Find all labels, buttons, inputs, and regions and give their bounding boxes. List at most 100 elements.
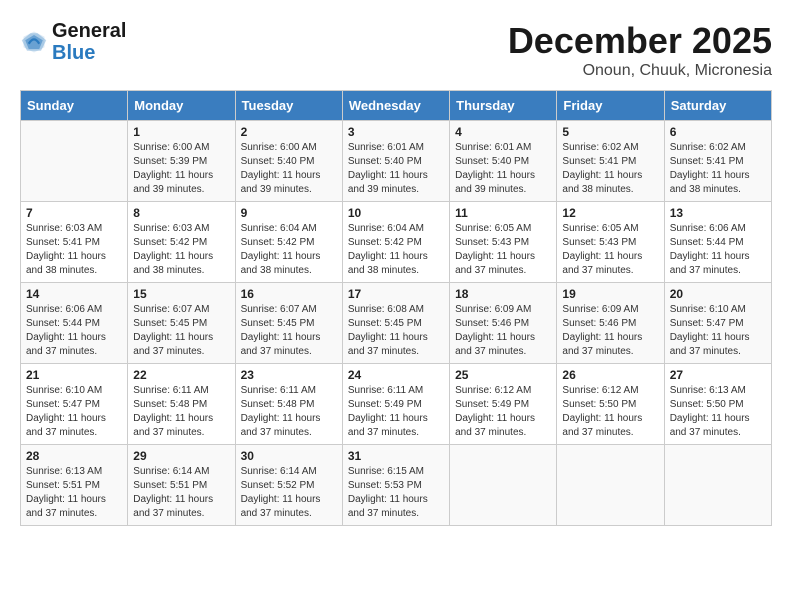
day-number: 10: [348, 206, 444, 220]
day-info: Sunrise: 6:11 AM Sunset: 5:48 PM Dayligh…: [133, 384, 229, 440]
calendar-week-row: 7 Sunrise: 6:03 AM Sunset: 5:41 PM Daylig…: [21, 202, 772, 283]
day-info: Sunrise: 6:10 AM Sunset: 5:47 PM Dayligh…: [26, 384, 122, 440]
day-info: Sunrise: 6:08 AM Sunset: 5:45 PM Dayligh…: [348, 303, 444, 359]
header-cell-saturday: Saturday: [664, 91, 771, 121]
day-info: Sunrise: 6:05 AM Sunset: 5:43 PM Dayligh…: [562, 222, 658, 278]
header-cell-tuesday: Tuesday: [235, 91, 342, 121]
calendar-cell: 19Sunrise: 6:09 AM Sunset: 5:46 PM Dayli…: [557, 283, 664, 364]
day-number: 17: [348, 287, 444, 301]
day-number: 14: [26, 287, 122, 301]
calendar-cell: 20Sunrise: 6:10 AM Sunset: 5:47 PM Dayli…: [664, 283, 771, 364]
day-number: 29: [133, 449, 229, 463]
day-info: Sunrise: 6:14 AM Sunset: 5:52 PM Dayligh…: [241, 465, 337, 521]
day-info: Sunrise: 6:06 AM Sunset: 5:44 PM Dayligh…: [670, 222, 766, 278]
day-number: 9: [241, 206, 337, 220]
calendar-cell: 8 Sunrise: 6:03 AM Sunset: 5:42 PM Daylig…: [128, 202, 235, 283]
day-number: 6: [670, 125, 766, 139]
calendar-cell: 6 Sunrise: 6:02 AM Sunset: 5:41 PM Daylig…: [664, 121, 771, 202]
calendar-cell: 17 Sunrise: 6:08 AM Sunset: 5:45 PM Dayli…: [342, 283, 449, 364]
day-number: 16: [241, 287, 337, 301]
calendar-cell: 11 Sunrise: 6:05 AM Sunset: 5:43 PM Dayli…: [450, 202, 557, 283]
day-number: 27: [670, 368, 766, 382]
day-number: 1: [133, 125, 229, 139]
day-number: 24: [348, 368, 444, 382]
calendar-cell: 30Sunrise: 6:14 AM Sunset: 5:52 PM Dayli…: [235, 445, 342, 526]
header-cell-sunday: Sunday: [21, 91, 128, 121]
calendar-cell: 27 Sunrise: 6:13 AM Sunset: 5:50 PM Dayli…: [664, 364, 771, 445]
calendar-cell: 14 Sunrise: 6:06 AM Sunset: 5:44 PM Dayli…: [21, 283, 128, 364]
day-info: Sunrise: 6:06 AM Sunset: 5:44 PM Dayligh…: [26, 303, 122, 359]
day-number: 8: [133, 206, 229, 220]
title-area: December 2025 Onoun, Chuuk, Micronesia: [508, 20, 772, 80]
logo-text: General Blue: [52, 20, 126, 64]
calendar-cell: 1 Sunrise: 6:00 AM Sunset: 5:39 PM Daylig…: [128, 121, 235, 202]
calendar-cell: 7 Sunrise: 6:03 AM Sunset: 5:41 PM Daylig…: [21, 202, 128, 283]
day-info: Sunrise: 6:00 AM Sunset: 5:39 PM Dayligh…: [133, 141, 229, 197]
calendar-cell: 3 Sunrise: 6:01 AM Sunset: 5:40 PM Daylig…: [342, 121, 449, 202]
day-info: Sunrise: 6:13 AM Sunset: 5:51 PM Dayligh…: [26, 465, 122, 521]
calendar-cell: 16 Sunrise: 6:07 AM Sunset: 5:45 PM Dayli…: [235, 283, 342, 364]
calendar-cell: 25 Sunrise: 6:12 AM Sunset: 5:49 PM Dayli…: [450, 364, 557, 445]
day-info: Sunrise: 6:12 AM Sunset: 5:49 PM Dayligh…: [455, 384, 551, 440]
day-info: Sunrise: 6:02 AM Sunset: 5:41 PM Dayligh…: [670, 141, 766, 197]
day-info: Sunrise: 6:10 AM Sunset: 5:47 PM Dayligh…: [670, 303, 766, 359]
day-info: Sunrise: 6:09 AM Sunset: 5:46 PM Dayligh…: [562, 303, 658, 359]
calendar-cell: 9Sunrise: 6:04 AM Sunset: 5:42 PM Daylig…: [235, 202, 342, 283]
calendar-cell: 28 Sunrise: 6:13 AM Sunset: 5:51 PM Dayli…: [21, 445, 128, 526]
calendar-cell: 5 Sunrise: 6:02 AM Sunset: 5:41 PM Daylig…: [557, 121, 664, 202]
day-number: 26: [562, 368, 658, 382]
day-number: 3: [348, 125, 444, 139]
day-number: 15: [133, 287, 229, 301]
day-number: 12: [562, 206, 658, 220]
day-number: 5: [562, 125, 658, 139]
day-number: 31: [348, 449, 444, 463]
calendar-cell: 12 Sunrise: 6:05 AM Sunset: 5:43 PM Dayli…: [557, 202, 664, 283]
day-info: Sunrise: 6:14 AM Sunset: 5:51 PM Dayligh…: [133, 465, 229, 521]
day-info: Sunrise: 6:02 AM Sunset: 5:41 PM Dayligh…: [562, 141, 658, 197]
day-number: 22: [133, 368, 229, 382]
day-number: 11: [455, 206, 551, 220]
day-number: 21: [26, 368, 122, 382]
calendar-cell: 31 Sunrise: 6:15 AM Sunset: 5:53 PM Dayli…: [342, 445, 449, 526]
calendar-header-row: SundayMondayTuesdayWednesdayThursdayFrid…: [21, 91, 772, 121]
calendar-cell: [664, 445, 771, 526]
calendar-cell: 26 Sunrise: 6:12 AM Sunset: 5:50 PM Dayli…: [557, 364, 664, 445]
day-number: 23: [241, 368, 337, 382]
calendar-cell: 13 Sunrise: 6:06 AM Sunset: 5:44 PM Dayli…: [664, 202, 771, 283]
day-info: Sunrise: 6:01 AM Sunset: 5:40 PM Dayligh…: [455, 141, 551, 197]
location-title: Onoun, Chuuk, Micronesia: [508, 62, 772, 80]
day-number: 2: [241, 125, 337, 139]
calendar-cell: [557, 445, 664, 526]
day-info: Sunrise: 6:04 AM Sunset: 5:42 PM Dayligh…: [348, 222, 444, 278]
day-info: Sunrise: 6:15 AM Sunset: 5:53 PM Dayligh…: [348, 465, 444, 521]
calendar-cell: 15Sunrise: 6:07 AM Sunset: 5:45 PM Dayli…: [128, 283, 235, 364]
logo-icon: [20, 28, 48, 56]
calendar-cell: 4 Sunrise: 6:01 AM Sunset: 5:40 PM Daylig…: [450, 121, 557, 202]
day-info: Sunrise: 6:05 AM Sunset: 5:43 PM Dayligh…: [455, 222, 551, 278]
day-info: Sunrise: 6:01 AM Sunset: 5:40 PM Dayligh…: [348, 141, 444, 197]
day-info: Sunrise: 6:03 AM Sunset: 5:42 PM Dayligh…: [133, 222, 229, 278]
calendar-cell: 21 Sunrise: 6:10 AM Sunset: 5:47 PM Dayli…: [21, 364, 128, 445]
calendar-cell: 23Sunrise: 6:11 AM Sunset: 5:48 PM Dayli…: [235, 364, 342, 445]
header-cell-thursday: Thursday: [450, 91, 557, 121]
day-number: 18: [455, 287, 551, 301]
calendar-cell: 22 Sunrise: 6:11 AM Sunset: 5:48 PM Dayli…: [128, 364, 235, 445]
day-info: Sunrise: 6:12 AM Sunset: 5:50 PM Dayligh…: [562, 384, 658, 440]
calendar-table: SundayMondayTuesdayWednesdayThursdayFrid…: [20, 90, 772, 526]
calendar-week-row: 21 Sunrise: 6:10 AM Sunset: 5:47 PM Dayli…: [21, 364, 772, 445]
day-number: 7: [26, 206, 122, 220]
logo: General Blue: [20, 20, 126, 64]
day-number: 25: [455, 368, 551, 382]
day-number: 28: [26, 449, 122, 463]
day-number: 13: [670, 206, 766, 220]
day-info: Sunrise: 6:13 AM Sunset: 5:50 PM Dayligh…: [670, 384, 766, 440]
header: General Blue December 2025 Onoun, Chuuk,…: [20, 20, 772, 80]
day-info: Sunrise: 6:03 AM Sunset: 5:41 PM Dayligh…: [26, 222, 122, 278]
calendar-week-row: 14 Sunrise: 6:06 AM Sunset: 5:44 PM Dayli…: [21, 283, 772, 364]
calendar-cell: 10 Sunrise: 6:04 AM Sunset: 5:42 PM Dayli…: [342, 202, 449, 283]
day-number: 4: [455, 125, 551, 139]
day-info: Sunrise: 6:09 AM Sunset: 5:46 PM Dayligh…: [455, 303, 551, 359]
calendar-cell: 29 Sunrise: 6:14 AM Sunset: 5:51 PM Dayli…: [128, 445, 235, 526]
day-info: Sunrise: 6:00 AM Sunset: 5:40 PM Dayligh…: [241, 141, 337, 197]
day-info: Sunrise: 6:07 AM Sunset: 5:45 PM Dayligh…: [241, 303, 337, 359]
